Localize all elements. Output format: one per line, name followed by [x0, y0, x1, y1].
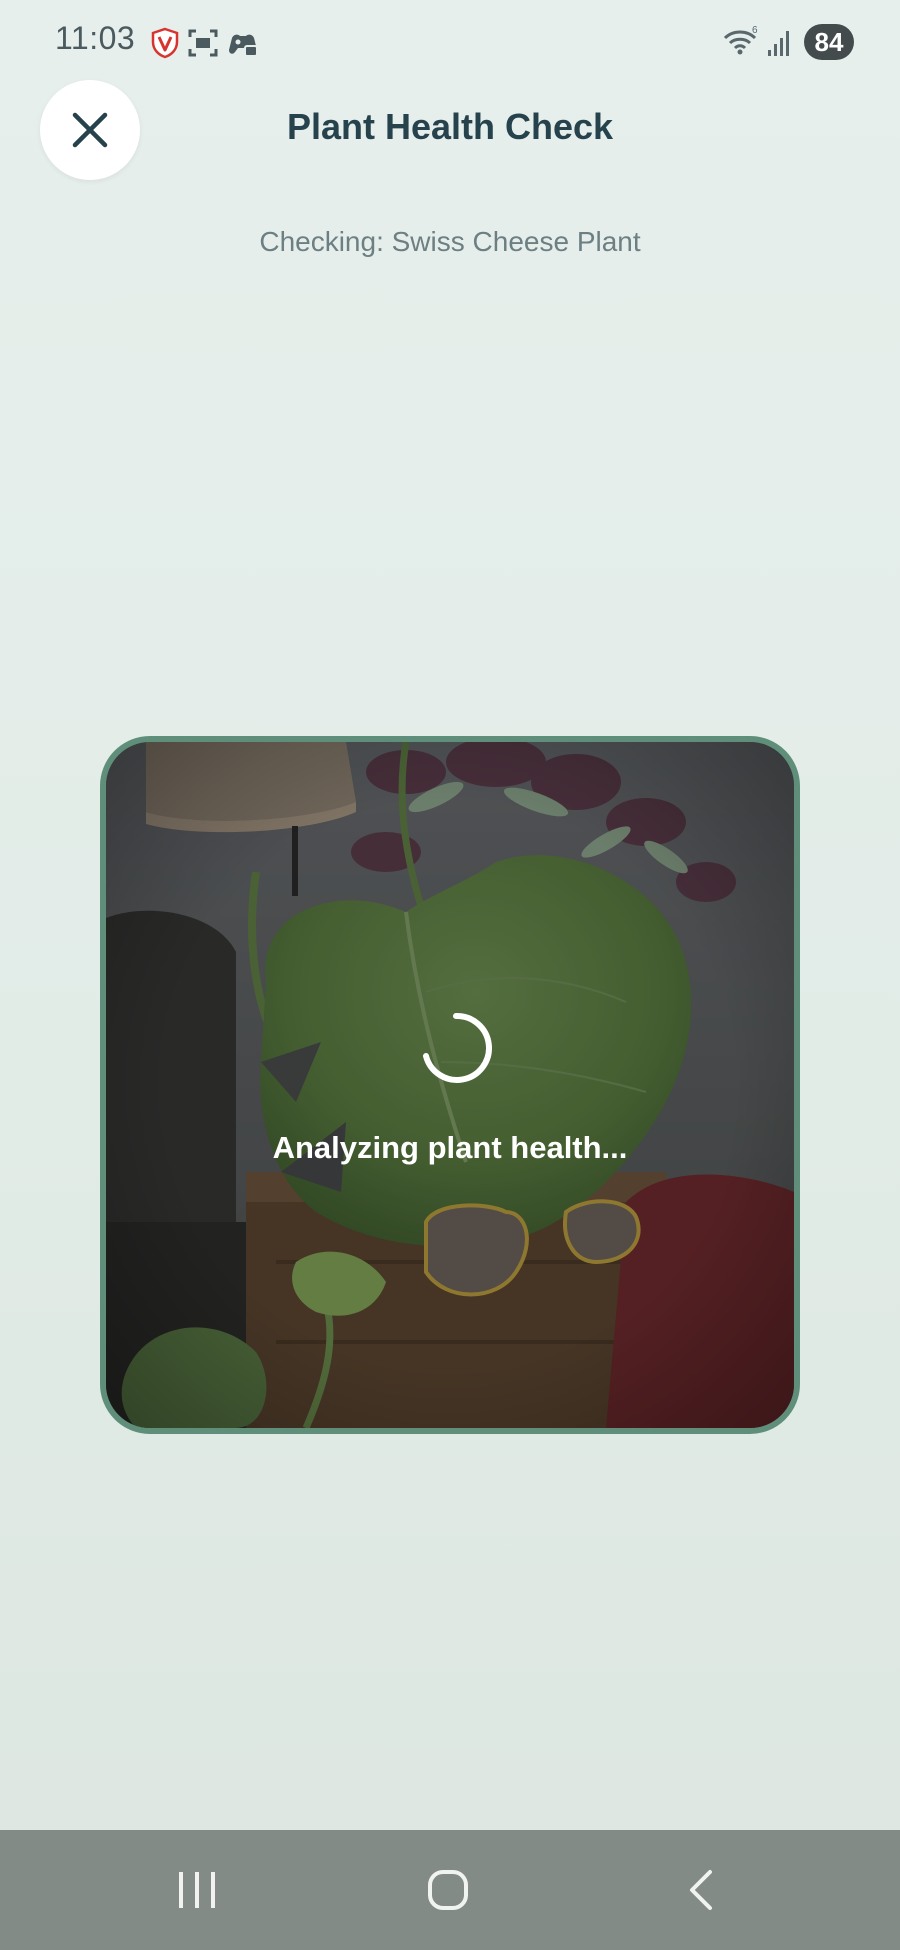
- recents-icon: [179, 1872, 215, 1908]
- loading-spinner-icon: [418, 1010, 494, 1086]
- screenshot-icon: [186, 26, 220, 60]
- analysis-status-text: Analyzing plant health...: [272, 1130, 628, 1165]
- vpn-shield-icon: [148, 26, 182, 60]
- plant-subtitle: Checking: Swiss Cheese Plant: [259, 226, 641, 257]
- status-bar: 11:03 6 84: [0, 0, 900, 84]
- signal-icon: [766, 28, 794, 58]
- navigation-bar: [0, 1830, 900, 1950]
- status-time: 11:03: [55, 20, 136, 56]
- plant-photo: Analyzing plant health...: [100, 736, 800, 1434]
- game-controller-icon: [226, 26, 260, 60]
- back-button[interactable]: [672, 1860, 732, 1920]
- battery-level: 84: [804, 24, 854, 60]
- home-button[interactable]: [418, 1860, 478, 1920]
- home-icon: [428, 1870, 468, 1910]
- wifi-icon: 6: [722, 24, 758, 58]
- page-title: Plant Health Check: [286, 106, 614, 147]
- recents-button[interactable]: [167, 1860, 227, 1920]
- back-icon: [690, 1870, 712, 1910]
- svg-text:6: 6: [752, 25, 758, 36]
